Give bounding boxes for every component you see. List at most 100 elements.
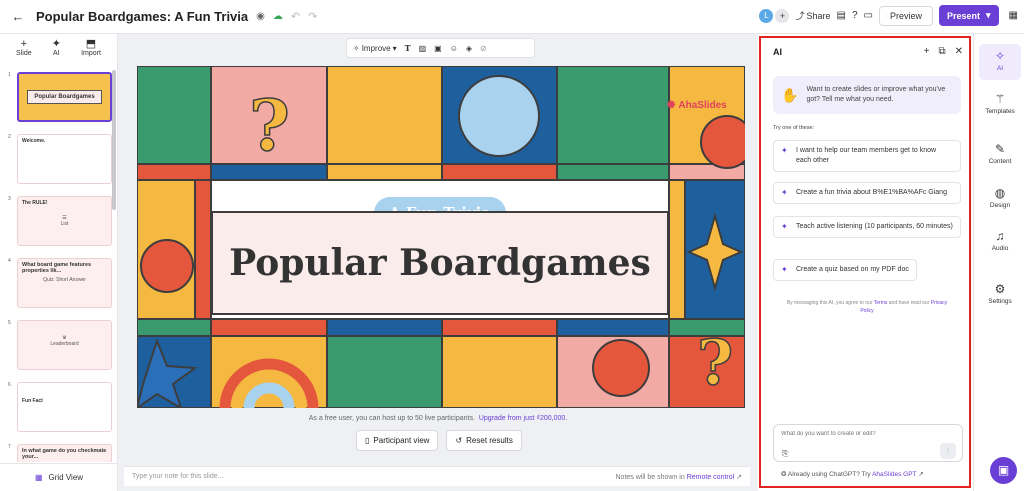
chevron-down-icon[interactable]: ▾	[986, 10, 991, 21]
slides-panel: + Slide ✦ AI ⬒ Import 1 Popular Boardgames …	[0, 34, 118, 491]
slide-thumb-type: Quiz: Short Answer	[43, 277, 86, 283]
chat-support-button[interactable]: ▣	[990, 457, 1017, 484]
notes-info-text: Notes will be shown in	[615, 473, 685, 481]
slide-thumb-card: Fun Fact	[17, 382, 112, 432]
terms-link[interactable]: Terms	[874, 300, 888, 306]
image-icon[interactable]: ▨	[419, 44, 427, 53]
tab-label: Design	[989, 202, 1011, 209]
ai-panel-actions: + ⧉ ✕	[924, 46, 963, 57]
ai-suggestion-4[interactable]: ✦ Create a quiz based on my PDF doc	[773, 259, 917, 281]
presentation-title[interactable]: Popular Boardgames: A Fun Trivia	[36, 9, 248, 24]
plus-icon[interactable]: +	[924, 46, 930, 57]
grid-view-button[interactable]: ▦ Grid View	[0, 463, 118, 491]
tab-label: Content	[988, 158, 1012, 165]
globe-icon[interactable]: ◉	[256, 11, 265, 22]
bg-tile-side	[668, 179, 686, 320]
notes-bar[interactable]: Type your note for this slide... Notes w…	[124, 466, 750, 486]
help-icon[interactable]: ?	[852, 10, 858, 21]
back-arrow-icon[interactable]: ←	[4, 9, 32, 24]
send-button[interactable]: ↑	[940, 443, 956, 459]
sparkle-icon: ✦	[781, 146, 788, 155]
sparkle-icon: ✦	[781, 188, 788, 197]
ai-suggestion-1[interactable]: ✦ I want to help our team members get to …	[773, 140, 961, 172]
waving-hand-icon: ✋	[781, 87, 799, 103]
grid-view-label: Grid View	[48, 473, 84, 482]
ahaslides-logo: ✺ AhaSlides	[667, 100, 727, 111]
history-icon[interactable]: ⧉	[938, 46, 945, 57]
slide-thumb-card: Popular Boardgames	[17, 72, 112, 122]
thumbnail-scrollbar[interactable]	[112, 70, 116, 210]
slide-number: 3	[8, 196, 11, 202]
ai-suggestion-3[interactable]: ✦ Teach active listening (10 participants…	[773, 216, 961, 238]
slide-thumb-card: The RULE! ☰ List	[17, 196, 112, 246]
tab-ai[interactable]: ✧ AI	[979, 44, 1021, 80]
improve-button[interactable]: ✧ Improve ▾	[353, 44, 397, 53]
undo-icon[interactable]: ↶	[291, 10, 300, 23]
close-icon[interactable]: ✕	[955, 46, 963, 57]
import-icon: ⬒	[85, 38, 97, 50]
ai-slide-button[interactable]: ✦ AI	[52, 39, 61, 64]
attach-icon[interactable]: ⎘	[782, 449, 788, 459]
new-slide-button[interactable]: + Slide	[16, 39, 32, 64]
bg-tile-strip	[441, 318, 558, 337]
text-icon[interactable]: T	[405, 43, 411, 53]
bg-tile-strip	[137, 318, 212, 337]
music-note-icon: ♫	[995, 229, 1005, 243]
remote-control-link[interactable]: Remote control	[687, 474, 734, 481]
tab-label: Audio	[991, 245, 1009, 252]
avatar[interactable]: L	[759, 8, 774, 23]
magic-wand-icon: ⚚	[994, 92, 1006, 106]
slide-number: 5	[8, 320, 11, 326]
slide-thumb-card: Welcome.	[17, 134, 112, 184]
reset-results-button[interactable]: ↺ Reset results	[446, 430, 522, 451]
ai-prompt-input[interactable]	[781, 431, 951, 437]
results-chart-icon[interactable]: ▦	[1009, 10, 1018, 21]
tab-settings[interactable]: ⚙ Settings	[979, 282, 1021, 305]
link-icon[interactable]: ⊘	[480, 44, 487, 53]
slide-editor: ✧Improve▾ T ▨ ▣ ☺ ◈ ⊘ ?? A Fun Trivia Po…	[118, 34, 758, 491]
ahaslides-gpt-link[interactable]: AhaSlides GPT	[872, 471, 916, 478]
suggestion-text: Create a fun trivia about B%E1%BA%AFc Gi…	[796, 189, 947, 196]
cloud-saved-icon: ☁	[272, 11, 283, 22]
notes-input[interactable]: Type your note for this slide...	[132, 473, 223, 480]
bg-tile-strip	[210, 318, 328, 337]
tab-audio[interactable]: ♫ Audio	[979, 229, 1021, 252]
slide-title-box[interactable]: Popular Boardgames	[211, 211, 669, 315]
top-bar: ← Popular Boardgames: A Fun Trivia ◉ ☁ ↶…	[0, 0, 1024, 34]
share-button[interactable]: ⤴ Share	[795, 9, 830, 22]
bg-tile-top	[326, 66, 443, 165]
sparkle-icon: ✧	[353, 43, 360, 53]
tab-design[interactable]: ◍ Design	[979, 186, 1021, 209]
tab-content[interactable]: ✎ Content	[979, 142, 1021, 165]
bg-tile-bottom	[326, 335, 443, 408]
upgrade-text: As a free user, you can host up to 50 li…	[308, 415, 475, 422]
redo-icon[interactable]: ↷	[308, 10, 317, 23]
slide-title[interactable]: Popular Boardgames	[229, 242, 651, 284]
participant-view-button[interactable]: ▯ Participant view	[356, 430, 439, 451]
ai-prompt-box[interactable]: ⎘ ↑	[773, 424, 963, 462]
slide-number: 6	[8, 382, 11, 388]
sparkle-icon: ✦	[51, 38, 61, 50]
download-icon[interactable]: ▤	[837, 10, 846, 21]
slide-thumb-type: List	[60, 221, 69, 227]
question-mark-icon: ?	[249, 84, 290, 167]
slide-canvas[interactable]: ?? A Fun Trivia Popular Boardgames ✺AhaS…	[137, 66, 745, 408]
embed-icon[interactable]: ▣	[434, 44, 442, 53]
bg-tile-strip	[556, 318, 670, 337]
import-button[interactable]: ⬒ Import	[81, 39, 101, 64]
slide-thumb-title: Welcome.	[22, 138, 46, 144]
add-collaborator-icon[interactable]: +	[775, 8, 790, 23]
upgrade-link[interactable]: Upgrade from just ₫200,000.	[479, 415, 567, 422]
shapes-icon[interactable]: ◈	[466, 44, 472, 53]
comments-icon[interactable]: ▭	[864, 10, 873, 21]
terms-text-2: and have read our	[888, 300, 930, 306]
ai-intro-text: Want to create slides or improve what yo…	[806, 86, 946, 103]
gear-icon: ⚙	[994, 282, 1006, 296]
present-button[interactable]: Present ▾	[938, 5, 999, 26]
emoji-icon[interactable]: ☺	[450, 44, 458, 53]
ai-intro: ✋ Want to create slides or improve what …	[773, 76, 961, 114]
preview-button[interactable]: Preview	[878, 5, 933, 26]
ai-suggestion-2[interactable]: ✦ Create a fun trivia about B%E1%BA%AFc G…	[773, 182, 961, 204]
tab-templates[interactable]: ⚚ Templates	[979, 92, 1021, 115]
slide-thumbnails: 1 Popular Boardgames 2 Welcome. 3 The RU…	[0, 70, 118, 462]
